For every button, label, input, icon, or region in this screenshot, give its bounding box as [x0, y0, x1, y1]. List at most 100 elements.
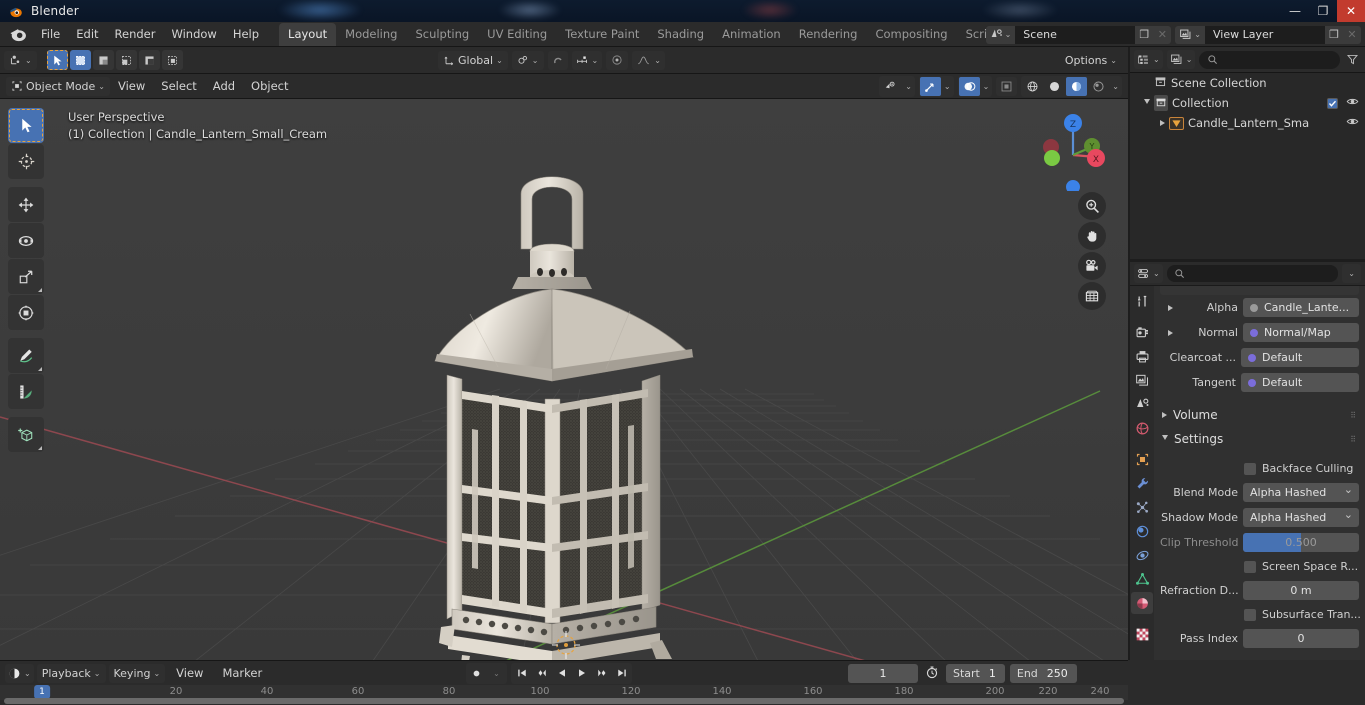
workspace-tab-layout[interactable]: Layout: [279, 22, 337, 46]
shading-wireframe-button[interactable]: [1022, 77, 1043, 96]
blend-mode-dropdown[interactable]: Alpha Hashed: [1243, 483, 1359, 502]
add-cube-tool[interactable]: [8, 417, 44, 452]
properties-tab-scene[interactable]: [1131, 393, 1153, 415]
menu-edit[interactable]: Edit: [68, 24, 106, 44]
clearcoat-input-field[interactable]: Default: [1241, 348, 1359, 367]
settings-expander-icon[interactable]: [1162, 435, 1168, 443]
play-button[interactable]: [572, 664, 591, 683]
overlays-icon[interactable]: [958, 76, 980, 96]
properties-tab-material[interactable]: [1131, 592, 1153, 614]
alpha-expander-icon[interactable]: [1168, 304, 1173, 311]
candle-lantern-model[interactable]: [0, 99, 1128, 660]
screen-space-refraction-checkbox[interactable]: [1244, 560, 1256, 573]
view-layer-images-icon[interactable]: ⌄: [1175, 25, 1205, 44]
menu-file[interactable]: File: [33, 24, 68, 44]
workspace-tab-sculpting[interactable]: Sculpting: [406, 23, 478, 46]
outliner-display-mode-icon[interactable]: ⌄: [1134, 50, 1163, 69]
chevron-down-icon[interactable]: ⌄: [1342, 264, 1361, 283]
magnet-icon[interactable]: [547, 50, 568, 70]
close-button[interactable]: ✕: [1337, 0, 1365, 22]
jump-next-keyframe-button[interactable]: [592, 664, 611, 683]
proportional-falloff-dropdown[interactable]: ⌄: [632, 50, 665, 70]
viewport-menu-view[interactable]: View: [110, 77, 153, 95]
collection-checkbox[interactable]: [1327, 97, 1338, 109]
gizmo-dropdown[interactable]: ⌄: [942, 77, 953, 96]
measure-tool[interactable]: [8, 374, 44, 409]
properties-tab-particles[interactable]: [1131, 496, 1153, 518]
collection-expander-icon[interactable]: [1144, 99, 1150, 107]
shading-dropdown[interactable]: ⌄: [1110, 77, 1121, 96]
tweak-select-tool[interactable]: [46, 50, 68, 70]
select-extend-tool[interactable]: [92, 50, 114, 70]
funnel-icon[interactable]: [1344, 50, 1361, 69]
section-volume[interactable]: Volume ⠿: [1154, 403, 1365, 427]
outliner-search-input[interactable]: [1199, 50, 1340, 69]
select-box-tool[interactable]: [69, 50, 91, 70]
shading-rendered-button[interactable]: [1088, 77, 1109, 96]
normal-expander-icon[interactable]: [1168, 329, 1173, 336]
select-invert-tool[interactable]: [138, 50, 160, 70]
timeline-menu-view[interactable]: View: [168, 664, 211, 682]
refraction-depth-field[interactable]: 0 m: [1243, 581, 1359, 600]
current-frame-field[interactable]: 1: [848, 663, 918, 683]
backface-culling-checkbox[interactable]: [1244, 462, 1256, 475]
section-settings[interactable]: Settings ⠿: [1154, 427, 1365, 451]
workspace-tab-uv-editing[interactable]: UV Editing: [478, 23, 556, 46]
subsurface-translucency-checkbox[interactable]: [1244, 608, 1256, 621]
object-mode-dropdown[interactable]: Object Mode ⌄: [6, 76, 110, 96]
menu-window[interactable]: Window: [163, 24, 224, 44]
3d-viewport[interactable]: User Perspective (1) Collection | Candle…: [0, 99, 1128, 660]
properties-tab-world[interactable]: [1131, 417, 1153, 439]
cursor-tool[interactable]: [8, 144, 44, 179]
properties-editor-icon[interactable]: ⌄: [1134, 264, 1163, 283]
transform-tool[interactable]: [8, 295, 44, 330]
properties-tab-tool[interactable]: [1131, 290, 1153, 312]
timeline-menu-playback[interactable]: Playback ⌄: [36, 663, 106, 683]
object-eye-icon[interactable]: [1346, 115, 1359, 131]
new-scene-button[interactable]: ❐: [1135, 25, 1154, 44]
ortho-persp-grid-icon[interactable]: [1078, 282, 1106, 310]
properties-tab-render[interactable]: [1131, 321, 1153, 343]
scale-tool[interactable]: [8, 259, 44, 294]
workspace-tab-animation[interactable]: Animation: [713, 23, 790, 46]
backface-culling-row[interactable]: Backface Culling: [1154, 457, 1365, 480]
select-intersect-tool[interactable]: [161, 50, 183, 70]
filter-id-icon[interactable]: ⌄: [1166, 50, 1196, 69]
camera-icon[interactable]: [1078, 252, 1106, 280]
unlink-scene-button[interactable]: ✕: [1153, 25, 1172, 44]
outliner-row-object[interactable]: Candle_Lantern_Sma: [1130, 113, 1365, 133]
jump-to-start-button[interactable]: [512, 664, 531, 683]
maximize-button[interactable]: ❐: [1309, 0, 1337, 22]
pass-index-field[interactable]: 0: [1243, 629, 1359, 648]
volume-expander-icon[interactable]: [1162, 412, 1167, 418]
navigation-gizmo[interactable]: Z X Y: [1028, 109, 1110, 194]
frame-end-field[interactable]: End 250: [1009, 663, 1077, 683]
properties-tab-physics[interactable]: [1131, 520, 1153, 542]
pan-hand-icon[interactable]: [1078, 222, 1106, 250]
viewport-menu-select[interactable]: Select: [153, 77, 204, 95]
clip-threshold-slider[interactable]: 0.500: [1243, 533, 1359, 552]
play-reverse-button[interactable]: [552, 664, 571, 683]
scene-cone-icon[interactable]: ⌄: [985, 25, 1016, 44]
viewport-options-dropdown[interactable]: Options ⌄: [1060, 51, 1122, 70]
transform-orientation-dropdown[interactable]: Global ⌄: [438, 50, 508, 70]
properties-tab-object[interactable]: [1131, 448, 1153, 470]
frame-start-field[interactable]: Start 1: [946, 663, 1005, 683]
stopwatch-icon[interactable]: [923, 665, 941, 682]
annotate-tool[interactable]: [8, 338, 44, 373]
screen-space-refraction-row[interactable]: Screen Space R...: [1154, 555, 1365, 578]
minimize-button[interactable]: —: [1281, 0, 1309, 22]
outliner-row-scene-collection[interactable]: Scene Collection: [1130, 73, 1365, 93]
shading-solid-button[interactable]: [1044, 77, 1065, 96]
workspace-tab-compositing[interactable]: Compositing: [866, 23, 956, 46]
viewport-menu-add[interactable]: Add: [205, 77, 243, 95]
rotate-tool[interactable]: [8, 223, 44, 258]
timeline-editor-icon[interactable]: ⌄: [5, 663, 34, 683]
remove-view-layer-button[interactable]: ✕: [1343, 25, 1361, 44]
show-hide-icon[interactable]: [880, 77, 902, 96]
collection-eye-icon[interactable]: [1346, 95, 1359, 111]
menu-help[interactable]: Help: [225, 24, 267, 44]
jump-to-end-button[interactable]: [612, 664, 631, 683]
outliner-row-collection[interactable]: Collection: [1130, 93, 1365, 113]
timeline-menu-marker[interactable]: Marker: [214, 664, 270, 682]
